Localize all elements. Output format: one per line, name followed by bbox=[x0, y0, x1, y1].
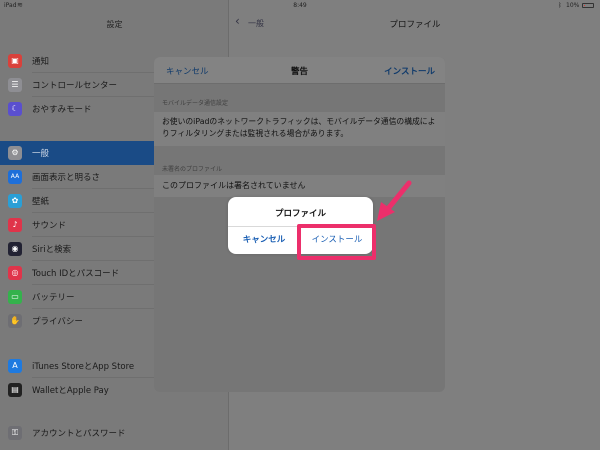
section-header-unsigned: 未署名のプロファイル bbox=[162, 166, 223, 173]
sidebar-item-label: WalletとApple Pay bbox=[32, 386, 109, 396]
sidebar-item-label: Siriと検索 bbox=[32, 245, 72, 255]
battery-icon: ▭ bbox=[8, 290, 22, 304]
sidebar-item-label: 画面表示と明るさ bbox=[32, 173, 101, 183]
sidebar-item-label: バッテリー bbox=[32, 293, 75, 303]
privacy-hand-icon: ✋ bbox=[8, 314, 22, 328]
status-bar: iPad ≋ 8:49 ᛒ 10% bbox=[0, 0, 600, 12]
app-store-icon: A bbox=[8, 359, 22, 373]
sidebar-item-label: サウンド bbox=[32, 221, 67, 231]
sidebar-title: 設定 bbox=[106, 20, 123, 29]
wallet-icon: ▤ bbox=[8, 383, 22, 397]
status-time: 8:49 bbox=[293, 2, 307, 9]
sheet-header: キャンセル 警告 インストール bbox=[154, 57, 445, 84]
wallpaper-icon: ✿ bbox=[8, 194, 22, 208]
sidebar-item-label: アカウントとパスワード bbox=[32, 429, 126, 439]
sidebar-item-label: 通知 bbox=[32, 57, 50, 67]
sidebar-item-label: 壁紙 bbox=[32, 197, 50, 207]
alert-title: プロファイル bbox=[274, 209, 326, 219]
control-center-icon: ☰ bbox=[8, 78, 22, 92]
bluetooth-icon: ᛒ bbox=[558, 2, 562, 9]
alert-cancel-button[interactable]: キャンセル bbox=[228, 226, 300, 254]
sidebar-item-label: 一般 bbox=[32, 149, 50, 159]
battery-percent: 10% bbox=[566, 2, 580, 9]
sound-icon: ♪ bbox=[8, 218, 22, 232]
mobile-data-warning-text: お使いのiPadのネットワークトラフィックは、モバイルデータ通信の構成によりフィ… bbox=[154, 112, 445, 146]
sidebar-item-label: Touch IDとパスコード bbox=[32, 269, 120, 279]
gear-icon: ⚙ bbox=[8, 146, 22, 160]
sidebar-item-accounts[interactable]: ⚿ アカウントとパスワード bbox=[0, 421, 229, 445]
display-icon: AA bbox=[8, 170, 22, 184]
sheet-install-button[interactable]: インストール bbox=[384, 65, 435, 77]
battery-icon bbox=[582, 3, 594, 8]
pointer-arrow-icon bbox=[377, 180, 412, 221]
siri-icon: ◉ bbox=[8, 242, 22, 256]
sidebar-item-label: おやすみモード bbox=[32, 105, 92, 115]
key-icon: ⚿ bbox=[8, 426, 22, 440]
detail-title: プロファイル bbox=[389, 20, 441, 30]
install-highlight-box bbox=[297, 224, 376, 260]
detail-nav-bar: ‹ 一般 プロファイル bbox=[230, 12, 600, 34]
moon-icon: ☾ bbox=[8, 102, 22, 116]
sidebar-item-label: プライバシー bbox=[32, 317, 83, 327]
notifications-icon: ▣ bbox=[8, 54, 22, 68]
section-header-mobile-data: モバイルデータ通信設定 bbox=[162, 100, 229, 107]
fingerprint-icon: ◎ bbox=[8, 266, 22, 280]
sidebar-item-label: コントロールセンター bbox=[32, 81, 118, 91]
sidebar-item-label: iTunes StoreとApp Store bbox=[32, 362, 135, 372]
